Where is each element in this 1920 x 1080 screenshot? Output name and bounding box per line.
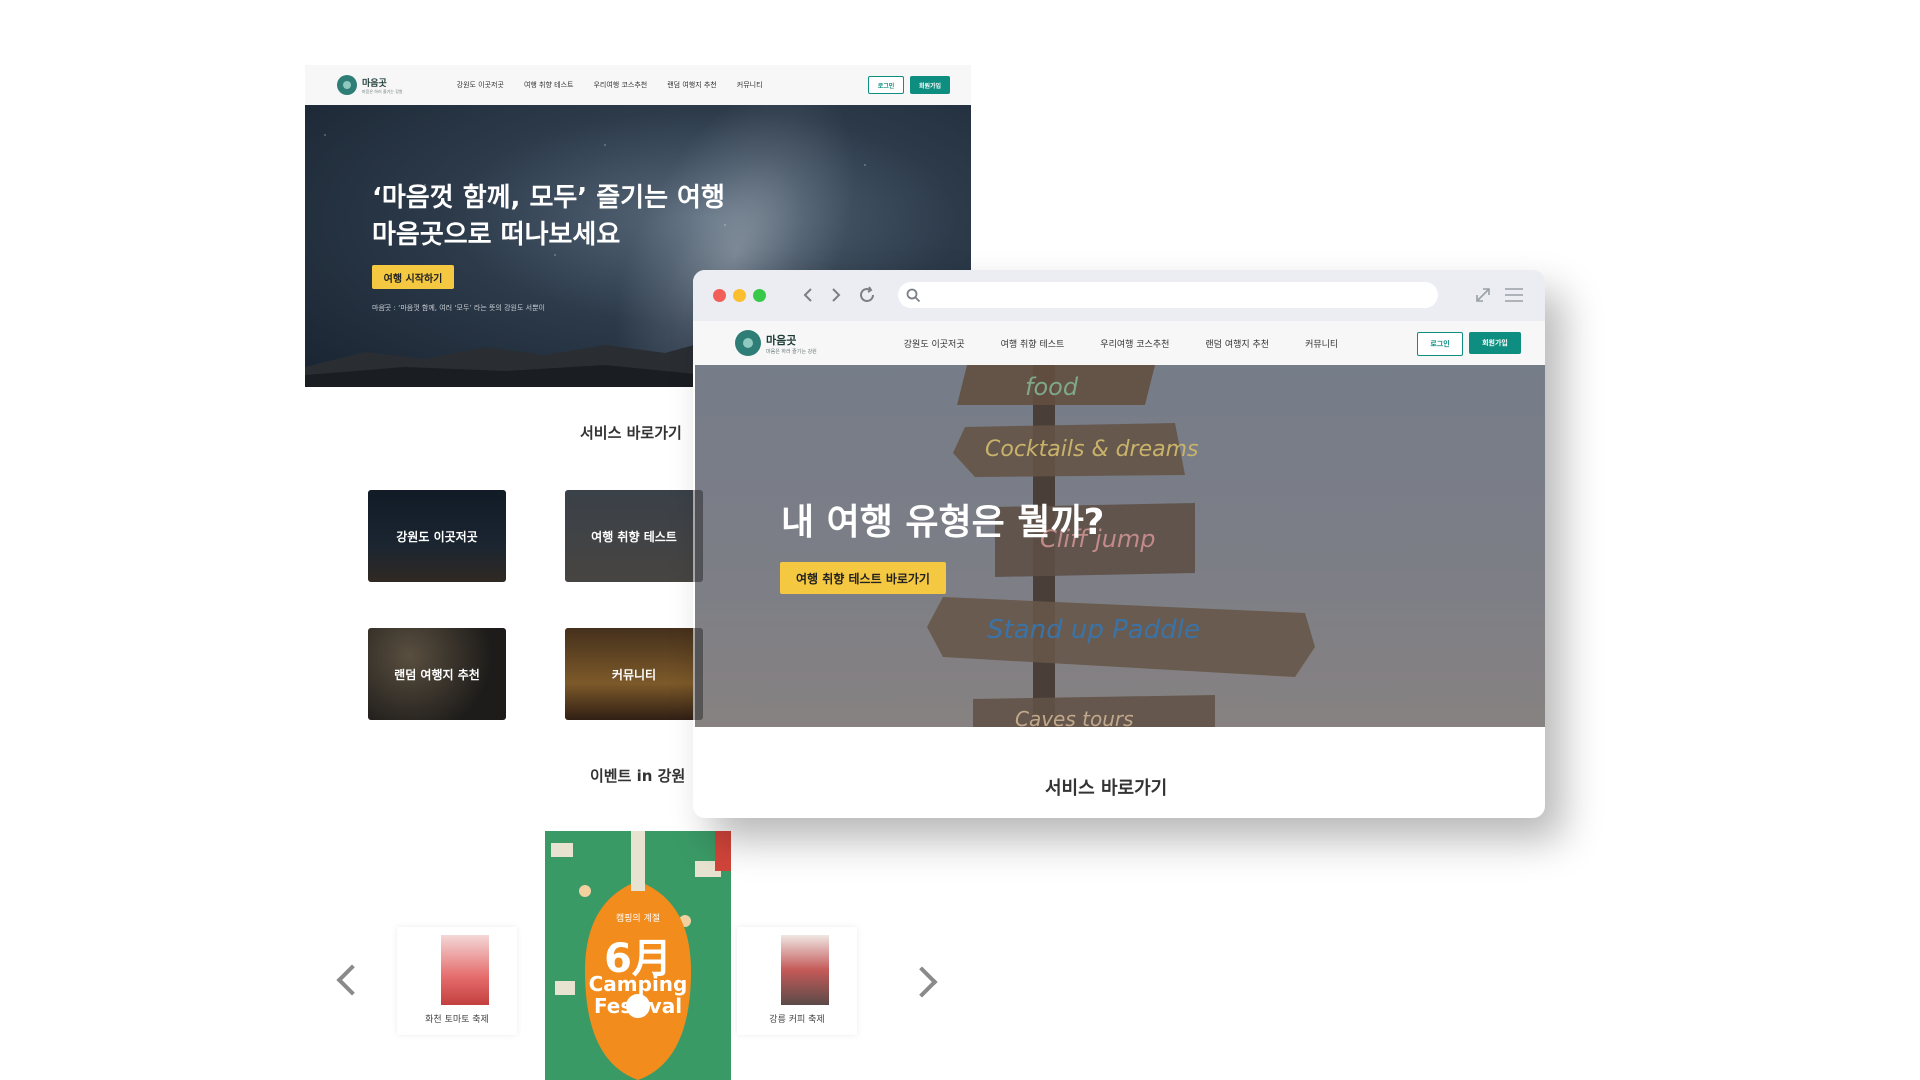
- poster-festival: Festival: [593, 994, 683, 1018]
- card-gangwon[interactable]: 강원도 이곳저곳: [368, 490, 506, 582]
- back-services-title: 서비스 바로가기: [580, 424, 682, 442]
- signup-button[interactable]: 회원가입: [910, 76, 950, 94]
- menu-icon[interactable]: [1504, 287, 1524, 303]
- next-arrow-icon[interactable]: [906, 966, 938, 998]
- front-services-title: 서비스 바로가기: [1045, 778, 1168, 799]
- sign-word-food: food: [1025, 373, 1079, 401]
- sign-word-paddle: Stand up Paddle: [987, 615, 1200, 645]
- poster-camping: Camping: [588, 972, 688, 996]
- browser-window: 마음곳 마음은 하러 즐기는 강원 강원도 이곳저곳 여행 취향 테스트 우리여…: [693, 270, 1545, 818]
- card-community[interactable]: 커뮤니티: [565, 628, 703, 720]
- back-hero-title: ‘마음껏 함께, 모두’ 즐기는 여행 마음곳으로 떠나보세요: [372, 180, 725, 254]
- nav-item-gangwon[interactable]: 강원도 이곳저곳: [457, 80, 504, 90]
- back-hero-title-line2: 마음곳으로 떠나보세요: [372, 220, 621, 250]
- signup-button[interactable]: 회원가입: [1469, 332, 1521, 354]
- card-community-label: 커뮤니티: [611, 667, 657, 682]
- prev-arrow-icon[interactable]: [336, 964, 368, 996]
- login-button[interactable]: 로그인: [1417, 332, 1463, 356]
- back-icon[interactable]: [801, 287, 815, 303]
- coffee-poster-name: 강릉 커피 축제: [769, 1015, 825, 1025]
- front-hero: food Cocktails & dreams Cliff jump Stand…: [695, 365, 1545, 727]
- nav-item-course[interactable]: 우리여행 코스추천: [593, 80, 647, 90]
- logo-title: 마음곳: [362, 78, 387, 89]
- front-logo[interactable]: 마음곳 마음은 하러 즐기는 강원: [735, 330, 817, 356]
- front-navbar: 마음곳 마음은 하러 즐기는 강원 강원도 이곳저곳 여행 취향 테스트 우리여…: [693, 321, 1545, 365]
- login-button[interactable]: 로그인: [868, 76, 904, 94]
- forward-icon[interactable]: [829, 287, 843, 303]
- logo-icon: [337, 75, 357, 95]
- maximize-dot[interactable]: [753, 289, 766, 302]
- browser-toolbar: [693, 270, 1545, 321]
- reload-icon[interactable]: [857, 285, 877, 305]
- sign-word-cocktails: Cocktails & dreams: [985, 437, 1199, 462]
- back-navbar: 마음곳 마음은 하러 즐기는 강원 강원도 이곳저곳 여행 취향 테스트 우리여…: [305, 65, 971, 105]
- back-hero-title-line1: ‘마음껏 함께, 모두’ 즐기는 여행: [372, 183, 725, 213]
- logo-icon: [735, 330, 761, 356]
- close-dot[interactable]: [713, 289, 726, 302]
- nav-item-test[interactable]: 여행 취향 테스트: [524, 80, 574, 90]
- expand-icon[interactable]: [1474, 286, 1492, 304]
- address-bar[interactable]: [898, 282, 1438, 308]
- card-random[interactable]: 랜덤 여행지 추천: [368, 628, 506, 720]
- start-travel-button[interactable]: 여행 시작하기: [372, 265, 454, 289]
- camping-festival-poster[interactable]: 캠핑의 계절 6月 Camping Festival: [545, 831, 731, 1080]
- front-hero-title: 내 여행 유형은 뭘까?: [781, 502, 1105, 543]
- card-random-label: 랜덤 여행지 추천: [394, 667, 480, 682]
- card-gangwon-label: 강원도 이곳저곳: [396, 529, 478, 544]
- poster-top-text: 캠핑의 계절: [615, 914, 661, 924]
- logo-subtitle: 마음은 하러 즐기는 강원: [766, 348, 817, 355]
- card-test-label: 여행 취향 테스트: [591, 529, 677, 544]
- back-logo[interactable]: 마음곳 마음은 하러 즐기는 강원: [337, 75, 403, 95]
- nav-item-random[interactable]: 랜덤 여행지 추천: [1205, 337, 1269, 350]
- nav-item-course[interactable]: 우리여행 코스추천: [1100, 337, 1169, 350]
- logo-title: 마음곳: [766, 333, 797, 347]
- event-card-tomato[interactable]: 화천 토마토 축제: [397, 927, 517, 1035]
- nav-item-test[interactable]: 여행 취향 테스트: [1001, 337, 1065, 350]
- minimize-dot[interactable]: [733, 289, 746, 302]
- nav-item-community[interactable]: 커뮤니티: [1305, 337, 1338, 350]
- tomato-poster-name: 화천 토마토 축제: [425, 1015, 489, 1025]
- event-card-coffee[interactable]: 강릉 커피 축제: [737, 927, 857, 1035]
- nav-item-random[interactable]: 랜덤 여행지 추천: [667, 80, 717, 90]
- logo-subtitle: 마음은 하러 즐기는 강원: [362, 88, 403, 94]
- card-test[interactable]: 여행 취향 테스트: [565, 490, 703, 582]
- nav-item-gangwon[interactable]: 강원도 이곳저곳: [904, 337, 965, 350]
- travel-test-button[interactable]: 여행 취향 테스트 바로가기: [780, 562, 946, 594]
- sign-word-caves: Caves tours: [1015, 707, 1134, 727]
- nav-item-community[interactable]: 커뮤니티: [737, 80, 763, 90]
- coffee-poster-image: [781, 935, 829, 1005]
- tomato-poster-image: [441, 935, 489, 1005]
- events-title: 이벤트 in 강원: [590, 767, 686, 785]
- search-icon: [906, 288, 921, 303]
- back-hero-caption: 마음곳 : ‘마음껏 함께, 여러 ‘모두’ 라는 뜻의 강원도 서뿐이: [372, 304, 545, 312]
